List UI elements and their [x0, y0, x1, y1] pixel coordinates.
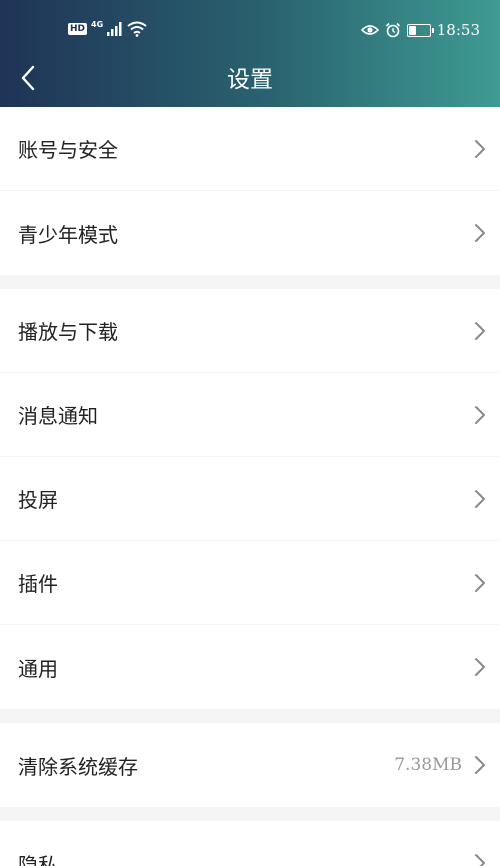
alarm-icon	[385, 22, 400, 38]
settings-item[interactable]: 隐私	[0, 821, 500, 866]
wifi-icon	[127, 21, 147, 37]
settings-item-label: 清除系统缓存	[18, 754, 138, 779]
settings-item-label: 账号与安全	[18, 138, 118, 162]
battery-icon	[406, 23, 434, 37]
chevron-right-icon	[475, 321, 485, 340]
status-bar: HD 4G 18:53	[0, 0, 500, 62]
settings-item-label: 隐私	[18, 852, 58, 866]
cache-size-value: 7.38MB	[394, 755, 462, 775]
settings-item-trailing	[474, 853, 486, 866]
settings-group: 播放与下载消息通知投屏插件通用	[0, 289, 500, 709]
settings-item-trailing	[474, 573, 486, 593]
settings-item-label: 播放与下载	[18, 320, 118, 344]
settings-item[interactable]: 播放与下载	[0, 289, 500, 373]
settings-list: 账号与安全青少年模式播放与下载消息通知投屏插件通用清除系统缓存 7.38MB 隐私	[0, 107, 500, 866]
settings-group: 账号与安全青少年模式	[0, 107, 500, 275]
group-separator	[0, 807, 500, 821]
status-bar-right: 18:53	[360, 21, 480, 39]
settings-item-trailing: 7.38MB	[394, 755, 486, 775]
group-separator	[0, 275, 500, 289]
settings-item[interactable]: 账号与安全	[0, 107, 500, 191]
chevron-right-icon	[475, 139, 485, 158]
signal-icon	[107, 22, 122, 36]
settings-item[interactable]: 清除系统缓存 7.38MB	[0, 723, 500, 807]
settings-item-label: 插件	[18, 572, 58, 596]
chevron-right-icon	[475, 756, 485, 774]
settings-item-trailing	[474, 489, 486, 509]
settings-item[interactable]: 通用	[0, 625, 500, 709]
settings-item[interactable]: 插件	[0, 541, 500, 625]
hd-icon: HD	[68, 23, 88, 35]
settings-item[interactable]: 投屏	[0, 457, 500, 541]
settings-group: 清除系统缓存 7.38MB	[0, 723, 500, 807]
group-separator	[0, 709, 500, 723]
settings-item-label: 消息通知	[18, 404, 98, 428]
settings-item-trailing	[474, 657, 486, 677]
status-bar-left: HD 4G	[68, 19, 147, 37]
settings-item-trailing	[474, 139, 486, 159]
settings-item-label: 通用	[18, 656, 58, 681]
chevron-right-icon	[475, 224, 485, 242]
page-title: 设置	[227, 67, 273, 93]
settings-item-trailing	[474, 321, 486, 341]
app-header: HD 4G 18:53 设置	[0, 0, 500, 107]
settings-item-trailing	[474, 223, 486, 243]
chevron-right-icon	[475, 489, 485, 508]
chevron-right-icon	[475, 854, 485, 866]
settings-item-label: 青少年模式	[18, 222, 118, 247]
settings-item[interactable]: 青少年模式	[0, 191, 500, 275]
settings-group: 隐私	[0, 821, 500, 866]
battery-level	[408, 25, 417, 35]
settings-item-trailing	[474, 405, 486, 425]
network-type-label: 4G	[91, 19, 104, 29]
settings-item[interactable]: 消息通知	[0, 373, 500, 457]
chevron-right-icon	[475, 405, 485, 424]
settings-item-label: 投屏	[18, 488, 58, 512]
status-time: 18:53	[436, 21, 480, 39]
chevron-right-icon	[475, 573, 485, 592]
chevron-right-icon	[475, 658, 485, 676]
eye-comfort-icon	[360, 25, 379, 35]
